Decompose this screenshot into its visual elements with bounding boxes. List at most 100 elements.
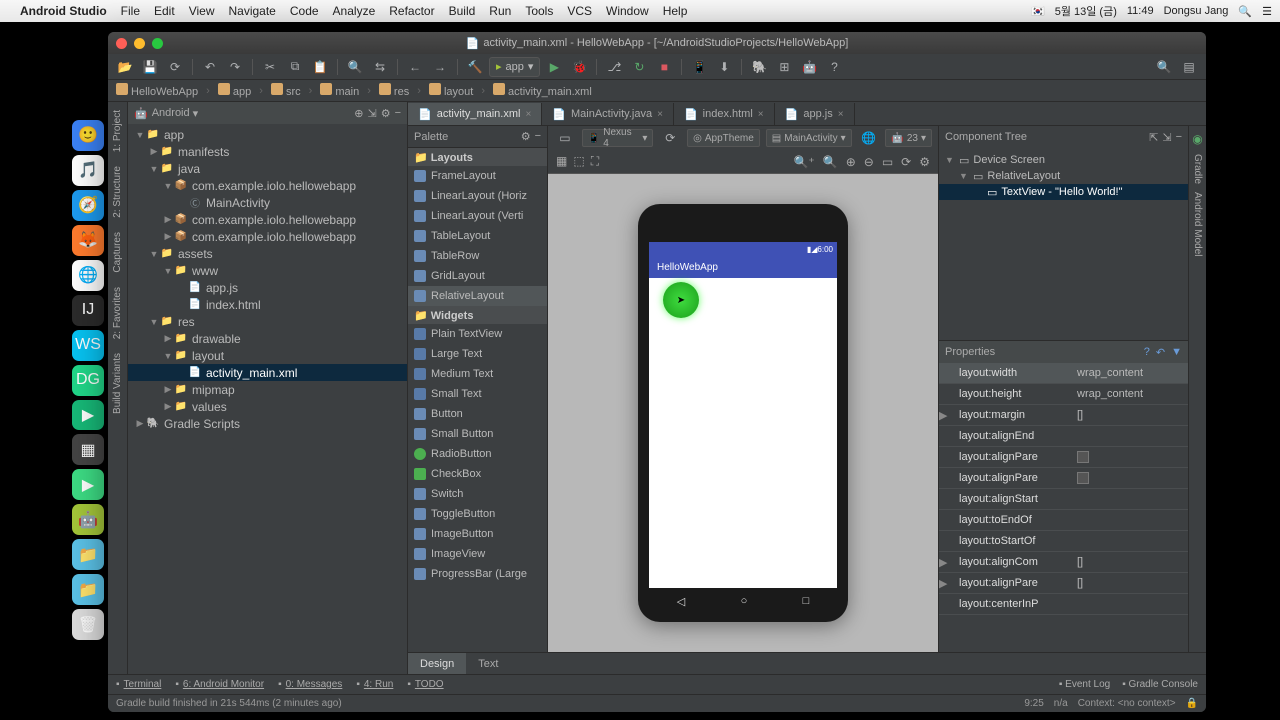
expand-icon[interactable]: ⛶ <box>591 154 599 169</box>
window-titlebar[interactable]: 📄activity_main.xml - HelloWebApp - [~/An… <box>108 32 1206 54</box>
palette-item[interactable]: ToggleButton <box>408 504 547 524</box>
editor-tab[interactable]: 📄MainActivity.java× <box>542 103 674 125</box>
gear-icon[interactable]: ⚙ <box>381 107 391 120</box>
hide-icon[interactable]: − <box>535 130 541 143</box>
notifications-icon[interactable]: ☰ <box>1262 5 1272 18</box>
run-button[interactable]: ▶ <box>543 57 565 77</box>
tree-row[interactable]: ▼📁assets <box>128 245 407 262</box>
menu-vcs[interactable]: VCS <box>567 4 592 18</box>
palette-item[interactable]: ImageButton <box>408 524 547 544</box>
menu-view[interactable]: View <box>189 4 215 18</box>
menu-edit[interactable]: Edit <box>154 4 175 18</box>
activity-selector[interactable]: ▤ MainActivity ▾ <box>766 129 852 147</box>
tree-row[interactable]: ⒸMainActivity <box>128 194 407 211</box>
paste-icon[interactable]: 📋 <box>309 57 331 77</box>
webstorm-icon[interactable]: WS <box>72 330 104 361</box>
property-row[interactable]: layout:toStartOf <box>939 531 1188 552</box>
tree-row[interactable]: 📄activity_main.xml <box>128 364 407 381</box>
editor-tab[interactable]: 📄activity_main.xml× <box>408 103 542 125</box>
palette-item[interactable]: Button <box>408 404 547 424</box>
make-icon[interactable]: 🔨 <box>464 57 486 77</box>
orientation-icon[interactable]: ⟳ <box>659 128 681 148</box>
tree-row[interactable]: ▶📦com.example.iolo.hellowebapp <box>128 211 407 228</box>
gradle-icon[interactable]: 🐘 <box>748 57 770 77</box>
tree-row[interactable]: ▶📦com.example.iolo.hellowebapp <box>128 228 407 245</box>
folder-icon[interactable]: 📁 <box>72 539 104 570</box>
tree-row[interactable]: ▼📁app <box>128 126 407 143</box>
intellij-icon[interactable]: IJ <box>72 295 104 326</box>
tree-row[interactable]: ▶📁values <box>128 398 407 415</box>
palette-item[interactable]: Plain TextView <box>408 324 547 344</box>
api-selector[interactable]: 🤖 23 ▾ <box>885 129 932 147</box>
stop-button[interactable]: ■ <box>653 57 675 77</box>
palette-group[interactable]: 📁 Layouts <box>408 148 547 166</box>
tool-window-button[interactable]: ▪ Gradle Console <box>1122 679 1198 690</box>
folder-icon[interactable]: 📁 <box>72 574 104 605</box>
tree-row[interactable]: 📄app.js <box>128 279 407 296</box>
replace-icon[interactable]: ⇆ <box>369 57 391 77</box>
palette-item[interactable]: GridLayout <box>408 266 547 286</box>
orientation-icon[interactable]: ▭ <box>554 128 576 148</box>
android-studio-icon[interactable]: ▶ <box>72 469 104 500</box>
tree-row[interactable]: ▶📁drawable <box>128 330 407 347</box>
property-row[interactable]: layout:alignPare <box>939 447 1188 468</box>
palette-item[interactable]: TableRow <box>408 246 547 266</box>
properties-table[interactable]: layout:widthwrap_contentlayout:heightwra… <box>939 363 1188 652</box>
component-row[interactable]: ▭TextView - "Hello World!" <box>939 184 1188 200</box>
scroll-from-source-icon[interactable]: ⊕ <box>354 107 363 120</box>
hide-icon[interactable]: − <box>1176 131 1182 144</box>
menu-window[interactable]: Window <box>606 4 649 18</box>
component-tree[interactable]: ▼▭Device Screen▼▭RelativeLayout▭TextView… <box>939 148 1188 340</box>
palette-item[interactable]: Small Text <box>408 384 547 404</box>
menu-navigate[interactable]: Navigate <box>228 4 275 18</box>
close-icon[interactable]: × <box>758 109 764 120</box>
lock-icon[interactable]: 🔒 <box>1186 698 1198 709</box>
locale-icon[interactable]: 🌐 <box>858 128 880 148</box>
menubar-app-name[interactable]: Android Studio <box>20 4 107 18</box>
device-selector[interactable]: 📱 Nexus 4 ▾ <box>582 129 654 147</box>
palette-item[interactable]: LinearLayout (Horiz <box>408 186 547 206</box>
coverage-icon[interactable]: ↻ <box>628 57 650 77</box>
datagrip-icon[interactable]: DG <box>72 365 104 396</box>
tree-row[interactable]: ▼📁www <box>128 262 407 279</box>
finder-icon[interactable]: 🙂 <box>72 120 104 151</box>
zoom-fit-icon[interactable]: 🔍⁺ <box>793 155 814 169</box>
refresh-icon[interactable]: ⟳ <box>901 155 911 169</box>
close-icon[interactable]: × <box>838 109 844 120</box>
tool-window-structure[interactable]: 2: Structure <box>112 166 123 218</box>
theme-selector[interactable]: ◎ AppTheme <box>687 129 760 147</box>
expand-icon[interactable]: ⇱ <box>1149 131 1158 144</box>
component-row[interactable]: ▼▭Device Screen <box>939 152 1188 168</box>
palette-item[interactable]: LinearLayout (Verti <box>408 206 547 226</box>
design-canvas[interactable]: ▮◢ 6:00 HelloWebApp ➤ ◁○□ <box>548 174 938 652</box>
breadcrumb-item[interactable]: src <box>271 83 301 98</box>
menu-file[interactable]: File <box>121 4 140 18</box>
tree-row[interactable]: 📄index.html <box>128 296 407 313</box>
tab-text[interactable]: Text <box>466 653 510 674</box>
window-maximize-button[interactable] <box>152 38 163 49</box>
project-tree[interactable]: ▼📁app▶📁manifests▼📁java▼📦com.example.iolo… <box>128 124 407 674</box>
tool-window-button[interactable]: ▪ Terminal <box>116 679 161 690</box>
save-icon[interactable]: 💾 <box>139 57 161 77</box>
breadcrumb-item[interactable]: res <box>379 83 409 98</box>
palette-item[interactable]: RelativeLayout <box>408 286 547 306</box>
tool-window-captures[interactable]: Captures <box>112 232 123 273</box>
palette-item[interactable]: TableLayout <box>408 226 547 246</box>
palette-item[interactable]: RadioButton <box>408 444 547 464</box>
settings-icon[interactable]: ▤ <box>1178 57 1200 77</box>
palette-item[interactable]: Small Button <box>408 424 547 444</box>
tree-row[interactable]: ▼📁res <box>128 313 407 330</box>
tab-design[interactable]: Design <box>408 653 466 674</box>
project-panel-header[interactable]: 🤖 Android▾ ⊕ ⇲ ⚙ − <box>128 102 407 124</box>
app-icon[interactable]: ▦ <box>72 434 104 465</box>
collapse-icon[interactable]: ⇲ <box>367 107 376 120</box>
palette-item[interactable]: FrameLayout <box>408 166 547 186</box>
itunes-icon[interactable]: 🎵 <box>72 155 104 186</box>
property-row[interactable]: ▶layout:alignCom[] <box>939 552 1188 573</box>
run-config-selector[interactable]: ▸app▾ <box>489 57 540 77</box>
redo-icon[interactable]: ↷ <box>224 57 246 77</box>
spotlight-icon[interactable]: 🔍 <box>1238 5 1252 18</box>
bounds-icon[interactable]: ⬚ <box>573 154 584 169</box>
find-icon[interactable]: 🔍 <box>344 57 366 77</box>
avd-icon[interactable]: 📱 <box>688 57 710 77</box>
